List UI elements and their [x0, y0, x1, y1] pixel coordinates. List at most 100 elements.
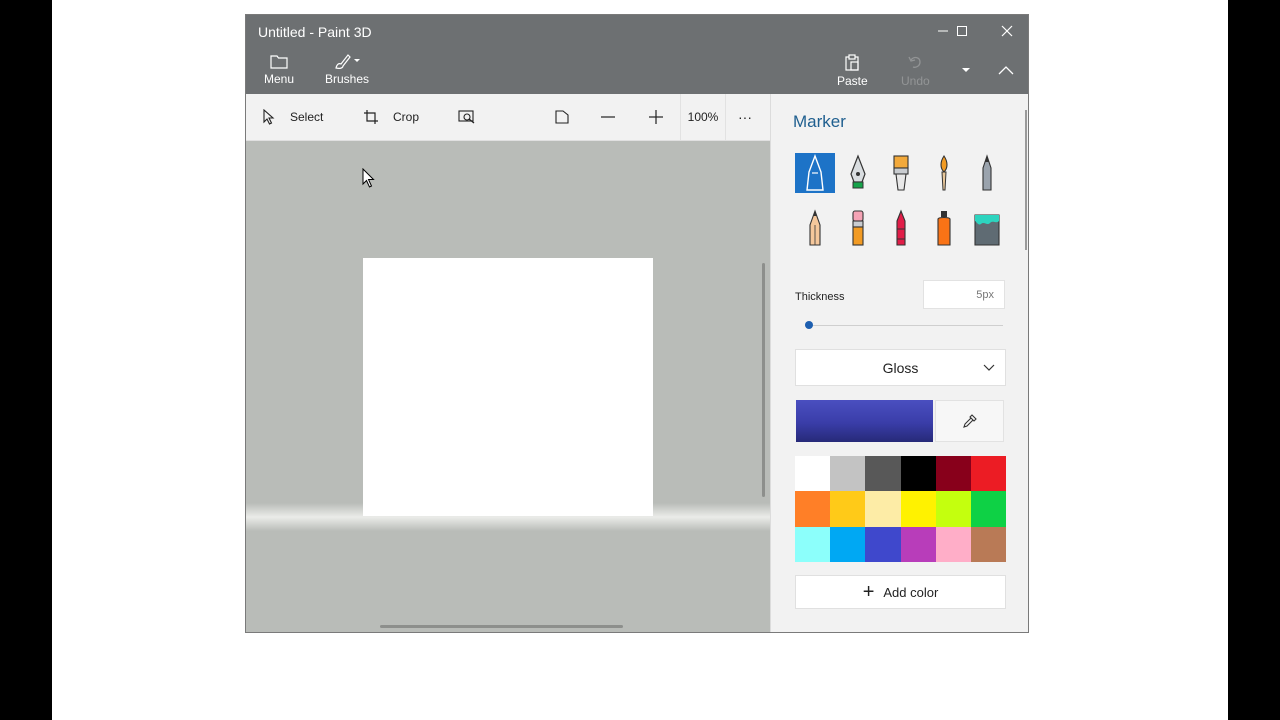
brush-oil[interactable]: [881, 153, 921, 193]
view-3d-button[interactable]: [554, 94, 584, 140]
paste-icon: [845, 54, 859, 71]
panel-scrollbar[interactable]: [1025, 110, 1027, 250]
caret-down-icon: [962, 68, 970, 72]
color-swatch[interactable]: [865, 491, 901, 527]
fill-bucket-icon: [974, 214, 1000, 246]
paste-button[interactable]: Paste: [837, 54, 868, 88]
maximize-button[interactable]: [941, 21, 983, 41]
color-swatch[interactable]: [795, 456, 831, 492]
thickness-slider[interactable]: [805, 325, 1003, 326]
marker-icon: [806, 154, 824, 191]
drawing-canvas[interactable]: [363, 258, 653, 516]
current-color-swatch[interactable]: [796, 400, 933, 442]
close-icon: [1001, 25, 1013, 37]
minus-icon: [601, 116, 615, 118]
brush-calligraphy-pen[interactable]: [838, 153, 878, 193]
color-swatch[interactable]: [795, 526, 831, 562]
folder-icon: [270, 55, 288, 69]
thickness-slider-thumb[interactable]: [804, 321, 813, 329]
crayon-icon: [896, 209, 906, 246]
canvas-area[interactable]: [246, 141, 770, 632]
brush-spray-can[interactable]: [924, 208, 964, 248]
color-swatch[interactable]: [935, 526, 971, 562]
finish-dropdown[interactable]: Gloss: [795, 349, 1006, 386]
brush-side-panel: Marker Thickness 5px Gloss + Add color: [770, 94, 1028, 632]
flag-icon: [555, 110, 569, 124]
brush-fill[interactable]: [967, 208, 1007, 248]
panel-title: Marker: [793, 112, 846, 131]
crop-tool[interactable]: Crop: [363, 94, 419, 140]
color-palette: [795, 456, 1006, 562]
chevron-up-icon: [998, 66, 1014, 75]
color-swatch[interactable]: [795, 491, 831, 527]
color-swatch[interactable]: [865, 456, 901, 492]
brushes-button[interactable]: Brushes: [325, 53, 369, 86]
window-title: Untitled - Paint 3D: [258, 24, 372, 40]
eraser-icon: [852, 210, 864, 246]
undo-history-dropdown[interactable]: [945, 60, 987, 80]
select-label: Select: [290, 110, 324, 124]
magic-select-icon: [458, 110, 475, 124]
chevron-down-icon: [983, 364, 995, 371]
color-swatch[interactable]: [935, 491, 971, 527]
crop-label: Crop: [393, 110, 420, 124]
undo-label: Undo: [901, 74, 930, 88]
zoom-out-button[interactable]: [600, 94, 630, 140]
select-tool[interactable]: Select: [262, 94, 323, 140]
watercolor-icon: [940, 155, 948, 191]
eyedropper-icon: [962, 414, 977, 428]
undo-button[interactable]: Undo: [901, 54, 930, 88]
brush-icon: [335, 54, 361, 69]
brush-pencil[interactable]: [795, 208, 835, 248]
crop-icon: [364, 110, 378, 124]
magic-select-tool[interactable]: [458, 94, 490, 140]
spray-can-icon: [937, 211, 951, 246]
zoom-level[interactable]: 100%: [680, 94, 726, 140]
pixel-pen-icon: [982, 154, 992, 191]
add-color-button[interactable]: + Add color: [795, 575, 1006, 609]
canvas-toolbar: Select Crop 100% ···: [246, 94, 770, 141]
horizontal-scrollbar[interactable]: [380, 625, 623, 628]
color-swatch[interactable]: [900, 526, 936, 562]
menu-label: Menu: [264, 72, 295, 86]
calligraphy-pen-icon: [850, 154, 866, 189]
collapse-toolbar-button[interactable]: [985, 60, 1027, 80]
color-swatch[interactable]: [900, 491, 936, 527]
color-swatch[interactable]: [830, 491, 866, 527]
brush-watercolor[interactable]: [924, 153, 964, 193]
menu-button[interactable]: Menu: [264, 53, 294, 86]
finish-value: Gloss: [882, 359, 919, 376]
color-swatch[interactable]: [970, 456, 1006, 492]
brush-eraser[interactable]: [838, 208, 878, 248]
color-swatch[interactable]: [970, 526, 1006, 562]
close-button[interactable]: [986, 21, 1028, 41]
paste-label: Paste: [837, 74, 868, 88]
brush-pixel-pen[interactable]: [967, 153, 1007, 193]
thickness-label: Thickness: [795, 291, 845, 303]
color-swatch[interactable]: [865, 526, 901, 562]
plus-icon: [649, 110, 663, 124]
plus-icon: +: [862, 581, 875, 603]
title-bar: Untitled - Paint 3D Menu Brushes Paste U…: [246, 15, 1028, 94]
pencil-icon: [809, 209, 821, 246]
add-color-label: Add color: [883, 584, 939, 600]
color-swatch[interactable]: [935, 456, 971, 492]
color-swatch[interactable]: [830, 456, 866, 492]
undo-icon: [908, 56, 921, 68]
thickness-input[interactable]: 5px: [923, 280, 1005, 309]
brushes-label: Brushes: [325, 72, 370, 86]
oil-brush-icon: [893, 155, 909, 191]
zoom-in-button[interactable]: [648, 94, 678, 140]
maximize-icon: [957, 26, 967, 36]
brush-marker[interactable]: [795, 153, 835, 193]
color-swatch[interactable]: [970, 491, 1006, 527]
mouse-cursor-icon: [362, 168, 375, 188]
color-swatch[interactable]: [830, 526, 866, 562]
more-options-button[interactable]: ···: [738, 94, 752, 140]
brush-crayon[interactable]: [881, 208, 921, 248]
eyedropper-button[interactable]: [935, 400, 1004, 442]
select-cursor-icon: [263, 109, 275, 125]
paint3d-window: Untitled - Paint 3D Menu Brushes Paste U…: [245, 14, 1029, 633]
vertical-scrollbar[interactable]: [762, 263, 765, 497]
color-swatch[interactable]: [900, 456, 936, 492]
